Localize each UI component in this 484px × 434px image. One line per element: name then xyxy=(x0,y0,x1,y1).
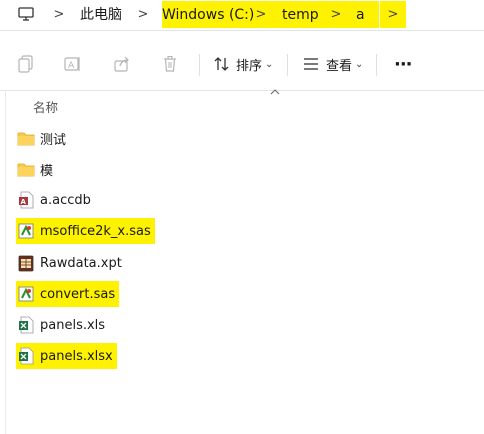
breadcrumb-this-pc[interactable]: 此电脑 xyxy=(80,0,122,28)
chevron-right-icon[interactable]: > xyxy=(52,0,66,28)
view-button[interactable]: 查看 xyxy=(326,50,352,78)
more-options-button[interactable]: ··· xyxy=(394,50,412,78)
toolbar-separator xyxy=(287,54,288,76)
list-item[interactable]: A a.accdb xyxy=(16,187,91,213)
copy-icon xyxy=(18,55,33,73)
list-item[interactable]: convert.sas xyxy=(16,281,120,307)
file-name: Rawdata.xpt xyxy=(40,255,122,271)
sort-icon xyxy=(208,50,236,78)
list-item[interactable]: 模 xyxy=(16,156,53,182)
file-name: msoffice2k_x.sas xyxy=(40,223,151,239)
command-bar: A 排序 ⌄ 查看 ⌄ ··· xyxy=(0,42,484,86)
list-item[interactable]: Rawdata.xpt xyxy=(16,250,122,276)
this-pc-icon[interactable] xyxy=(16,0,36,28)
chevron-down-icon[interactable]: ⌄ xyxy=(355,50,363,78)
divider xyxy=(0,90,484,91)
view-icon xyxy=(297,50,325,78)
column-header-name[interactable]: 名称 xyxy=(33,97,58,116)
breadcrumb-temp[interactable]: temp xyxy=(268,1,333,28)
chevron-right-icon[interactable]: > xyxy=(326,1,346,28)
divider xyxy=(0,30,484,31)
excel-file-icon xyxy=(16,315,36,335)
folder-icon xyxy=(16,128,36,148)
file-name: 模 xyxy=(40,163,54,179)
delete-button[interactable] xyxy=(156,50,184,78)
chevron-right-icon[interactable]: > xyxy=(254,1,268,28)
breadcrumb-a[interactable]: a xyxy=(346,1,379,28)
address-bar[interactable]: > 此电脑 > Windows (C:) > temp > a > xyxy=(0,0,484,30)
chevron-right-icon[interactable]: > xyxy=(136,0,150,28)
pane-divider xyxy=(5,92,6,434)
excel-file-icon xyxy=(16,346,36,366)
svg-text:A: A xyxy=(21,198,27,206)
file-name: convert.sas xyxy=(40,286,116,302)
sas-file-icon xyxy=(16,221,36,241)
list-item[interactable]: panels.xls xyxy=(16,312,105,338)
list-item[interactable]: panels.xlsx xyxy=(16,343,117,369)
sort-ascending-icon xyxy=(270,89,280,95)
chevron-right-icon[interactable]: > xyxy=(380,1,406,28)
sort-button[interactable]: 排序 xyxy=(236,50,262,78)
share-button[interactable] xyxy=(108,50,136,78)
chevron-down-icon[interactable]: ⌄ xyxy=(265,50,273,78)
file-name: panels.xlsx xyxy=(40,348,113,364)
rename-icon: A xyxy=(64,57,80,71)
file-name: panels.xls xyxy=(40,317,106,333)
copy-button[interactable] xyxy=(12,50,40,78)
file-name: 测试 xyxy=(40,132,67,148)
list-item[interactable]: msoffice2k_x.sas xyxy=(16,218,155,244)
sas-file-icon xyxy=(16,284,36,304)
trash-icon xyxy=(164,55,176,72)
toolbar-separator xyxy=(199,54,200,76)
file-name: a.accdb xyxy=(40,192,91,208)
share-icon xyxy=(114,56,129,72)
list-item[interactable]: 测试 xyxy=(16,125,66,151)
toolbar-separator xyxy=(376,54,377,76)
rename-button[interactable]: A xyxy=(59,50,87,78)
access-file-icon: A xyxy=(16,190,36,210)
folder-icon xyxy=(16,159,36,179)
svg-text:A: A xyxy=(68,61,75,71)
xpt-file-icon xyxy=(16,253,36,273)
